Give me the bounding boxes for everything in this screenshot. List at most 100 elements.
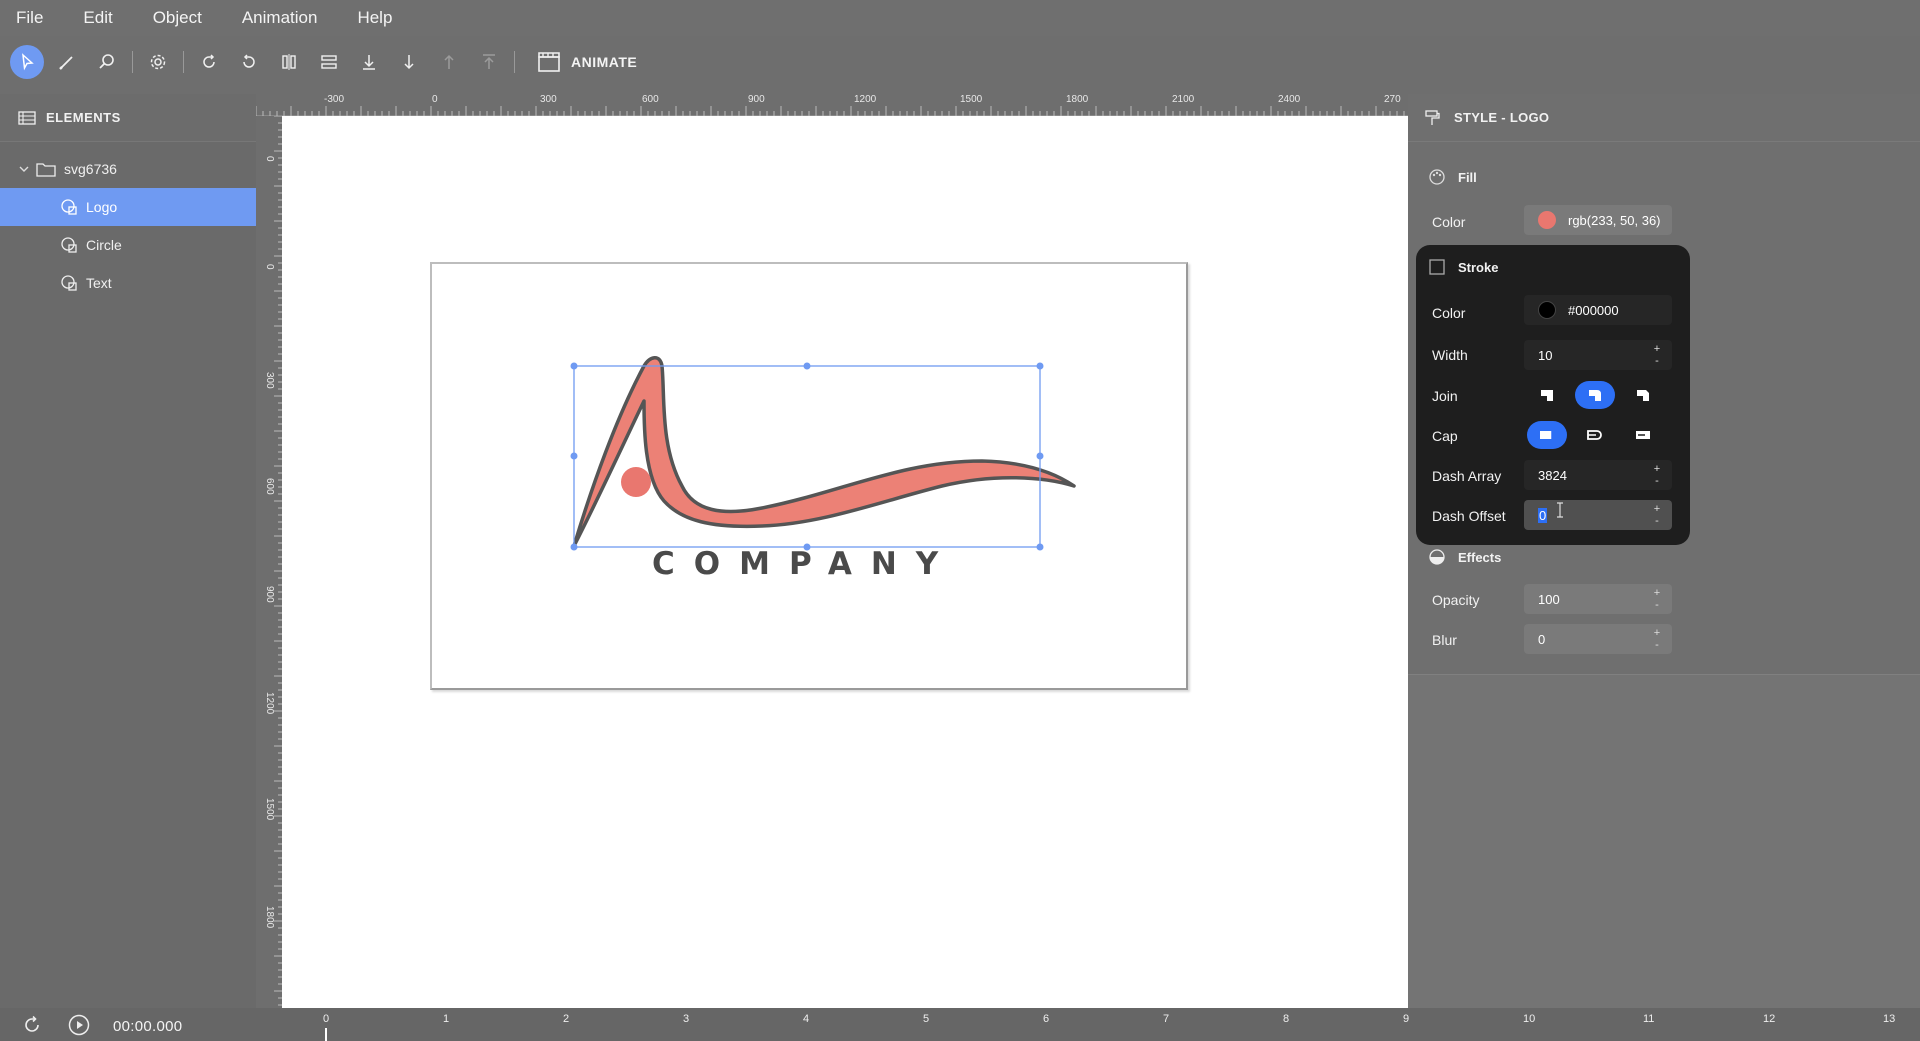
opacity-stepper[interactable]: + -: [1650, 584, 1664, 614]
timeline-tick-label: 8: [1283, 1013, 1290, 1025]
stroke-color-swatch[interactable]: [1538, 301, 1556, 319]
dash-offset-input[interactable]: 0 + -: [1524, 500, 1672, 530]
timeline-scale[interactable]: 0 1 2 3 4 5 6 7 8 9 10 11 12 13: [320, 1008, 1920, 1041]
ruler-label: 2100: [1172, 94, 1195, 105]
increment-icon[interactable]: +: [1654, 503, 1660, 515]
decrement-icon[interactable]: -: [1655, 639, 1659, 651]
ruler-ticks: [274, 116, 282, 1006]
dash-offset-label: Dash Offset: [1432, 508, 1506, 524]
rotate-ccw-button[interactable]: [232, 45, 266, 79]
tree-group-svg[interactable]: svg6736: [0, 150, 256, 188]
tree-item-text[interactable]: Text: [0, 264, 256, 302]
dash-offset-stepper[interactable]: + -: [1650, 500, 1664, 530]
decrement-icon[interactable]: -: [1655, 515, 1659, 527]
fill-section-title: Fill: [1428, 168, 1477, 186]
timeline-tick-label: 13: [1883, 1013, 1896, 1025]
menu-file[interactable]: File: [16, 8, 43, 28]
increment-icon[interactable]: +: [1654, 343, 1660, 355]
dash-array-input[interactable]: 3824 + -: [1524, 460, 1672, 490]
logo-swoosh-shape[interactable]: [572, 356, 1076, 548]
toolbar: ANIMATE: [0, 40, 1920, 84]
ruler-label: 0: [432, 94, 438, 105]
logo-dot-shape[interactable]: [621, 467, 651, 497]
menu-edit[interactable]: Edit: [83, 8, 112, 28]
cap-square-button[interactable]: [1623, 421, 1663, 449]
ruler-label: 2400: [1278, 94, 1301, 105]
loop-icon[interactable]: [21, 1014, 43, 1036]
play-icon[interactable]: [68, 1014, 90, 1036]
stroke-width-input[interactable]: 10 + -: [1524, 340, 1672, 370]
blur-input[interactable]: 0 + -: [1524, 624, 1672, 654]
ruler-label: 1500: [264, 798, 275, 821]
toolbar-divider: [514, 51, 515, 73]
fill-color-field[interactable]: rgb(233, 50, 36): [1524, 205, 1672, 235]
flip-vertical-button[interactable]: [312, 45, 346, 79]
join-round-button[interactable]: [1575, 381, 1615, 409]
rotate-cw-button[interactable]: [192, 45, 226, 79]
blur-stepper[interactable]: + -: [1650, 624, 1664, 654]
settings-button[interactable]: [141, 45, 175, 79]
search-icon: [99, 54, 114, 69]
chevron-down-icon[interactable]: [18, 163, 30, 175]
dash-array-stepper[interactable]: + -: [1650, 460, 1664, 490]
timeline-playhead[interactable]: [325, 1028, 327, 1041]
stroke-join-label: Join: [1432, 388, 1458, 404]
join-bevel-button[interactable]: [1623, 381, 1663, 409]
blur-value: 0: [1538, 631, 1546, 647]
effects-title-text: Effects: [1458, 549, 1502, 565]
animate-button[interactable]: ANIMATE: [537, 51, 637, 73]
move-up-button[interactable]: [432, 45, 466, 79]
ruler-label: 1800: [264, 906, 275, 929]
arrow-down-to-line-icon: [363, 55, 375, 70]
fill-title-text: Fill: [1458, 169, 1477, 185]
decrement-icon[interactable]: -: [1655, 599, 1659, 611]
menu-bar: File Edit Object Animation Help: [0, 0, 1920, 36]
rotate-cw-icon: [203, 54, 215, 68]
ruler-label: 0: [264, 264, 275, 270]
timeline-time: 00:00.000: [113, 1018, 183, 1035]
ruler-label: 1800: [1066, 94, 1089, 105]
timeline-tick-label: 12: [1763, 1013, 1776, 1025]
timeline-tick-label: 1: [443, 1013, 450, 1025]
animate-label: ANIMATE: [571, 54, 638, 70]
flip-horizontal-button[interactable]: [272, 45, 306, 79]
tree-group-label: svg6736: [64, 161, 117, 177]
decrement-icon[interactable]: -: [1655, 355, 1659, 367]
timeline-tick-label: 3: [683, 1013, 690, 1025]
tree-item-circle[interactable]: Circle: [0, 226, 256, 264]
dash-array-label: Dash Array: [1432, 468, 1502, 484]
move-to-bottom-button[interactable]: [352, 45, 386, 79]
cap-butt-icon: [1540, 431, 1553, 439]
stroke-width-stepper[interactable]: + -: [1650, 340, 1664, 370]
ruler-label: 900: [264, 586, 275, 603]
menu-animation[interactable]: Animation: [242, 8, 318, 28]
ruler-label: 1500: [960, 94, 983, 105]
decrement-icon[interactable]: -: [1655, 475, 1659, 487]
join-bevel-icon: [1637, 390, 1649, 401]
opacity-input[interactable]: 100 + -: [1524, 584, 1672, 614]
tree-item-logo[interactable]: Logo: [0, 188, 256, 226]
increment-icon[interactable]: +: [1654, 587, 1660, 599]
pen-tool-button[interactable]: [50, 45, 84, 79]
stroke-width-label: Width: [1432, 347, 1468, 363]
canvas[interactable]: COMPANY: [282, 116, 1408, 1008]
menu-help[interactable]: Help: [357, 8, 392, 28]
fill-color-swatch[interactable]: [1538, 211, 1556, 229]
logo-company-text[interactable]: COMPANY: [652, 546, 957, 582]
increment-icon[interactable]: +: [1654, 463, 1660, 475]
ruler-label: 270: [1384, 94, 1401, 105]
timeline-tick-label: 9: [1403, 1013, 1410, 1025]
cap-round-button[interactable]: [1575, 421, 1615, 449]
ruler-label: 600: [264, 478, 275, 495]
stroke-color-field[interactable]: #000000: [1524, 295, 1672, 325]
zoom-tool-button[interactable]: [90, 45, 124, 79]
move-down-button[interactable]: [392, 45, 426, 79]
increment-icon[interactable]: +: [1654, 627, 1660, 639]
shape-icon: [61, 275, 77, 291]
move-to-top-button[interactable]: [472, 45, 506, 79]
menu-object[interactable]: Object: [153, 8, 202, 28]
ruler-label: -300: [324, 94, 345, 105]
cap-butt-button[interactable]: [1527, 421, 1567, 449]
join-miter-button[interactable]: [1527, 381, 1567, 409]
select-tool-button[interactable]: [10, 45, 44, 79]
